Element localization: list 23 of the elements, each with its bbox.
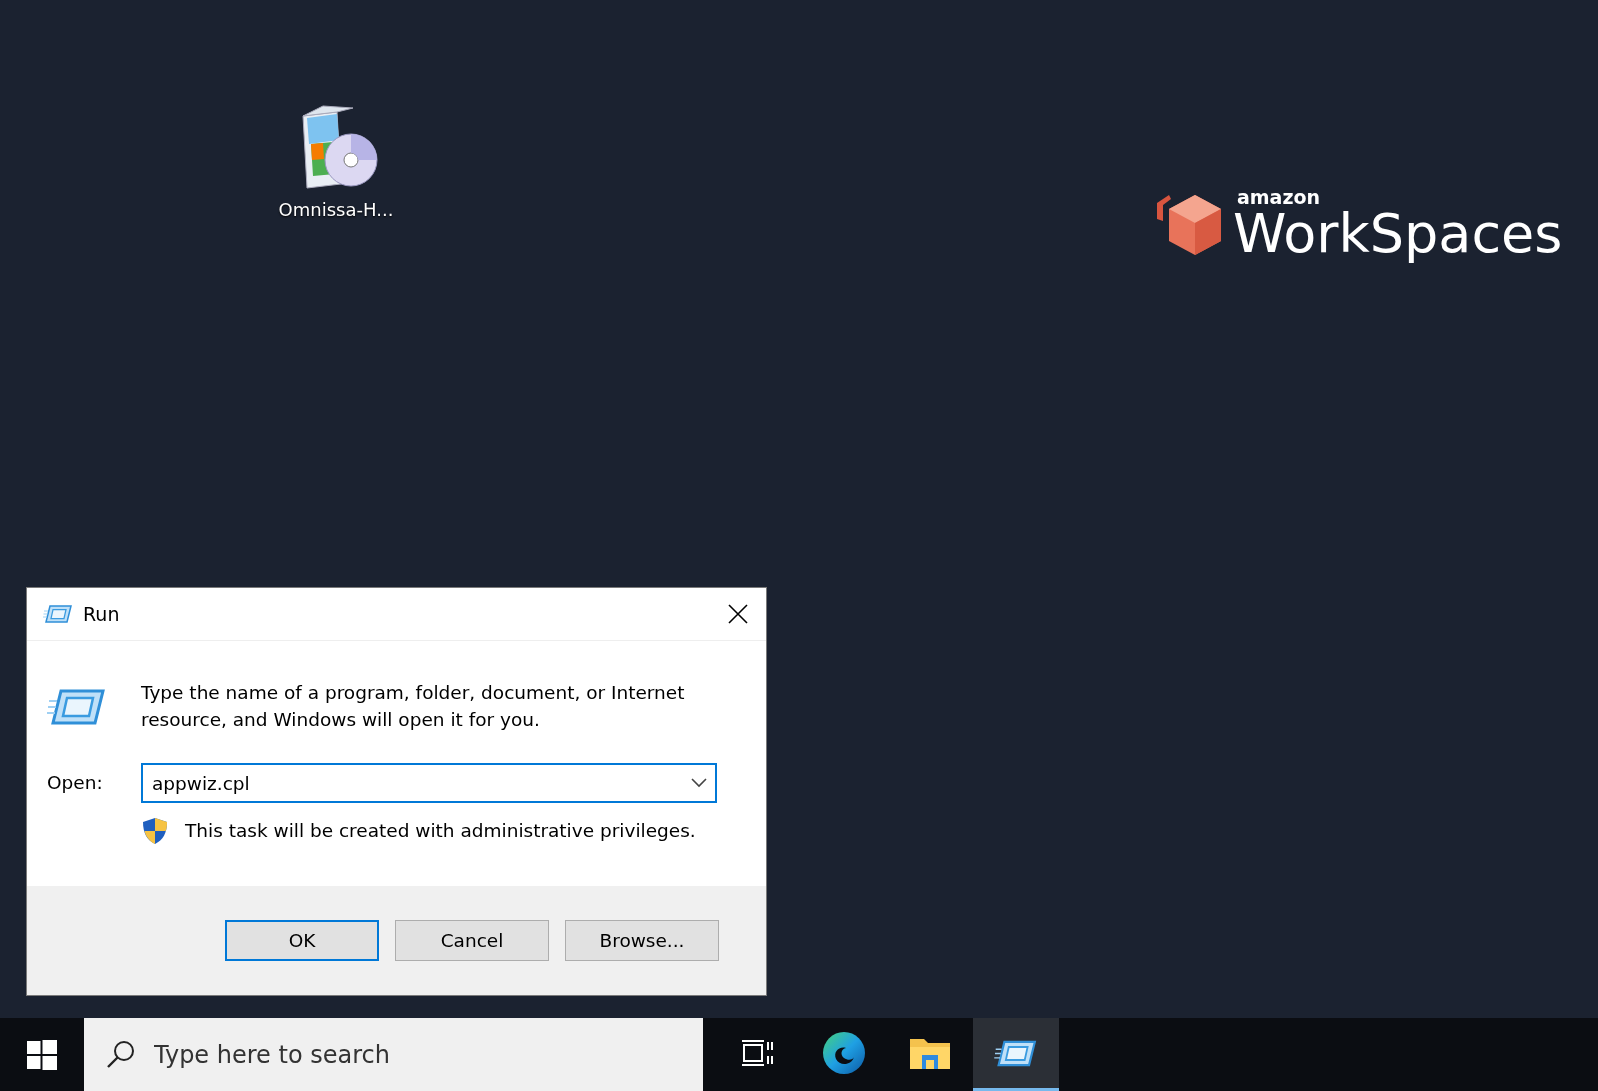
window-title: Run (83, 601, 121, 627)
search-icon (106, 1039, 136, 1069)
run-icon (994, 1038, 1038, 1068)
description-text: Type the name of a program, folder, document, or Internet resource, and Windows will open it for you. (141, 681, 686, 732)
brand-text: amazon (1237, 188, 1322, 207)
search-field[interactable]: Type here to search (84, 1018, 703, 1091)
product-name: WorkSpaces (1233, 207, 1563, 261)
caret-icon[interactable] (691, 778, 707, 788)
taskbar-app-button[interactable] (973, 1018, 1059, 1091)
dialog-button[interactable]: Cancel (395, 920, 549, 961)
open-label: Open: (47, 771, 104, 796)
run-icon (47, 687, 107, 727)
open-combo-field[interactable]: appwiz.cpl (141, 763, 717, 803)
shield-icon (141, 817, 169, 845)
windows-logo-icon (27, 1039, 57, 1070)
shortcut-label: Omnissa-H... (278, 198, 394, 222)
task-view-icon (742, 1038, 774, 1068)
run-icon (43, 604, 73, 624)
dialog-button[interactable]: Browse... (565, 920, 719, 961)
desktop-shortcut[interactable]: Omnissa-H... (262, 104, 410, 223)
browser-icon (822, 1031, 866, 1075)
default-button[interactable]: OK (225, 920, 379, 961)
admin-note: This task will be created with administrative privileges. (185, 819, 696, 844)
